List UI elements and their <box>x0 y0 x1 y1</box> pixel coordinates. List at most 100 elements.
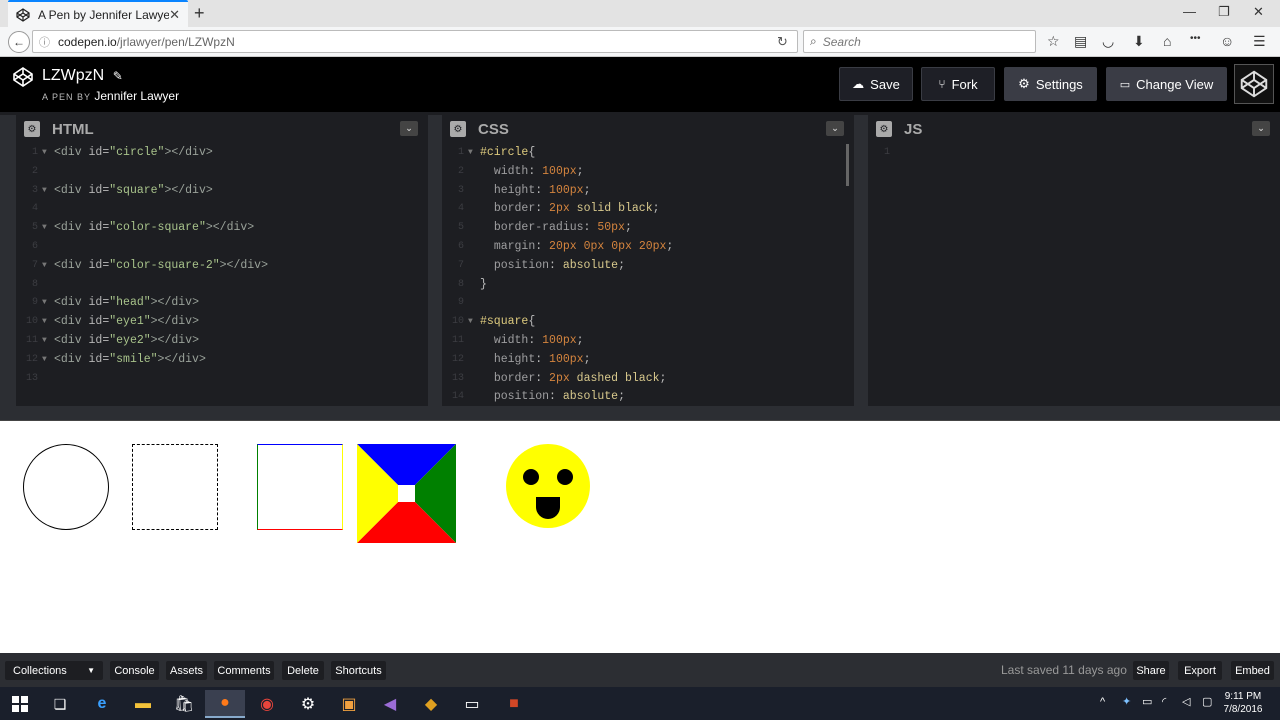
console-button[interactable]: Console <box>110 661 159 680</box>
fold-arrow-icon[interactable]: ▼ <box>468 313 473 332</box>
emoji-icon[interactable]: ☺ <box>1220 33 1234 49</box>
edit-pencil-icon[interactable]: ✎ <box>113 69 123 83</box>
system-tray-chevron-icon[interactable]: ^ <box>1100 696 1105 708</box>
pocket-icon[interactable]: ◡ <box>1102 33 1114 50</box>
fold-arrow-icon[interactable]: ▼ <box>42 144 47 163</box>
css-code-line[interactable]: 2 width: 100px; <box>442 163 854 182</box>
html-code-line[interactable]: 9 ▼ <div id="head"></div> <box>16 294 428 313</box>
clock[interactable]: 9:11 PM 7/8/2016 <box>1218 690 1268 716</box>
html-code-line[interactable]: 11 ▼ <div id="eye2"></div> <box>16 332 428 351</box>
html-code-line[interactable]: 13 <box>16 370 428 389</box>
close-window-icon[interactable]: ✕ <box>1253 4 1264 20</box>
js-settings-gear-icon[interactable]: ⚙ <box>876 121 892 137</box>
fork-button[interactable]: ⑂ Fork <box>921 67 995 101</box>
fold-arrow-icon[interactable]: ▼ <box>42 332 47 351</box>
task-view-icon[interactable]: ❏ <box>40 690 80 718</box>
css-code-line[interactable]: 6 margin: 20px 0px 0px 20px; <box>442 238 854 257</box>
wifi-icon[interactable]: ◜ <box>1162 695 1166 708</box>
fold-arrow-icon[interactable]: ▼ <box>468 144 473 163</box>
app-icon[interactable]: ⚙ <box>288 690 328 718</box>
store-icon[interactable]: 🛍 <box>164 690 204 718</box>
search-input[interactable]: ⌕ Search <box>803 30 1036 53</box>
resize-handle[interactable] <box>0 406 1280 421</box>
info-icon[interactable]: ⓘ <box>39 34 50 50</box>
css-chevron-down-icon[interactable]: ⌄ <box>826 121 844 136</box>
html-code-line[interactable]: 5 ▼ <div id="color-square"></div> <box>16 219 428 238</box>
save-button[interactable]: ☁ Save <box>839 67 913 101</box>
bookmark-star-icon[interactable]: ☆ <box>1047 33 1060 50</box>
app-icon-2[interactable]: ▣ <box>329 690 369 718</box>
git-icon[interactable]: ◆ <box>411 690 451 718</box>
html-settings-gear-icon[interactable]: ⚙ <box>24 121 40 137</box>
css-code-line[interactable]: 5 border-radius: 50px; <box>442 219 854 238</box>
html-code-line[interactable]: 8 <box>16 276 428 295</box>
powerpoint-icon[interactable]: ■ <box>494 690 534 718</box>
restore-icon[interactable]: ❐ <box>1218 4 1230 20</box>
avatar[interactable] <box>1234 64 1274 104</box>
css-code-line[interactable]: 10 ▼ #square{ <box>442 313 854 332</box>
browser-tab[interactable]: A Pen by Jennifer Lawyer ✕ <box>8 0 188 27</box>
collections-button[interactable]: Collections ▼ <box>5 661 103 680</box>
minimize-icon[interactable]: — <box>1183 4 1196 19</box>
edge-icon[interactable]: e <box>82 690 122 718</box>
css-code-line[interactable]: 1 ▼ #circle{ <box>442 144 854 163</box>
css-code-line[interactable]: 7 position: absolute; <box>442 257 854 276</box>
close-tab-icon[interactable]: ✕ <box>169 7 180 23</box>
css-scrollbar[interactable] <box>846 144 849 186</box>
css-code-line[interactable]: 14 position: absolute; <box>442 388 854 406</box>
settings-button[interactable]: ⚙ Settings <box>1004 67 1097 101</box>
html-code-line[interactable]: 10 ▼ <div id="eye1"></div> <box>16 313 428 332</box>
share-button[interactable]: Share <box>1133 661 1169 680</box>
firefox-icon[interactable]: ● <box>205 690 245 718</box>
windows-start-icon[interactable] <box>0 690 40 718</box>
extension-icon[interactable]: ••• <box>1190 33 1201 44</box>
fold-arrow-icon[interactable]: ▼ <box>42 257 47 276</box>
comments-button[interactable]: Comments <box>214 661 274 680</box>
codepen-logo-icon[interactable] <box>12 66 34 88</box>
editor-divider[interactable] <box>428 115 442 406</box>
css-code-line[interactable]: 3 height: 100px; <box>442 182 854 201</box>
delete-button[interactable]: Delete <box>282 661 324 680</box>
fold-arrow-icon[interactable]: ▼ <box>42 294 47 313</box>
js-code-area[interactable]: 1 <box>868 144 1280 406</box>
css-code-area[interactable]: 1 ▼ #circle{2 width: 100px; 3 height: 100px… <box>442 144 854 406</box>
html-code-line[interactable]: 4 <box>16 200 428 219</box>
css-code-line[interactable]: 9 <box>442 294 854 313</box>
back-button[interactable]: ← <box>8 31 30 53</box>
battery-icon[interactable]: ▭ <box>1142 695 1152 708</box>
js-code-line[interactable]: 1 <box>868 144 1280 163</box>
reload-icon[interactable]: ↻ <box>777 34 788 50</box>
html-code-area[interactable]: 1 ▼ <div id="circle"></div> 2 3 ▼ <div id="squ… <box>16 144 428 406</box>
new-tab-icon[interactable]: + <box>194 4 205 22</box>
change-view-button[interactable]: ▭ Change View <box>1106 67 1227 101</box>
html-code-line[interactable]: 7 ▼ <div id="color-square-2"></div> <box>16 257 428 276</box>
html-code-line[interactable]: 1 ▼ <div id="circle"></div> <box>16 144 428 163</box>
chrome-icon[interactable]: ◉ <box>247 690 287 718</box>
css-code-line[interactable]: 12 height: 100px; <box>442 351 854 370</box>
html-code-line[interactable]: 3 ▼ <div id="square"></div> <box>16 182 428 201</box>
downloads-icon[interactable]: ⬇ <box>1133 33 1145 50</box>
reading-list-icon[interactable]: ▤ <box>1074 33 1087 50</box>
js-chevron-down-icon[interactable]: ⌄ <box>1252 121 1270 136</box>
css-code-line[interactable]: 11 width: 100px; <box>442 332 854 351</box>
home-icon[interactable]: ⌂ <box>1163 33 1171 49</box>
terminal-icon[interactable]: ▭ <box>452 690 492 718</box>
css-code-line[interactable]: 13 border: 2px dashed black; <box>442 370 854 389</box>
css-code-line[interactable]: 8} <box>442 276 854 295</box>
fold-arrow-icon[interactable]: ▼ <box>42 313 47 332</box>
url-bar[interactable]: ⓘ codepen.io/jrlawyer/pen/LZWpzN <box>32 30 798 53</box>
file-explorer-icon[interactable]: ▬ <box>123 690 163 718</box>
html-code-line[interactable]: 12 ▼ <div id="smile"></div> <box>16 351 428 370</box>
shortcuts-button[interactable]: Shortcuts <box>331 661 386 680</box>
export-button[interactable]: Export <box>1178 661 1222 680</box>
volume-icon[interactable]: ◁ <box>1182 695 1190 708</box>
css-settings-gear-icon[interactable]: ⚙ <box>450 121 466 137</box>
pen-title[interactable]: LZWpzN ✎ <box>42 67 123 85</box>
css-code-line[interactable]: 4 border: 2px solid black; <box>442 200 854 219</box>
html-chevron-down-icon[interactable]: ⌄ <box>400 121 418 136</box>
editor-divider[interactable] <box>854 115 868 406</box>
notifications-icon[interactable]: ▢ <box>1202 695 1212 708</box>
author-link[interactable]: Jennifer Lawyer <box>94 89 179 103</box>
fold-arrow-icon[interactable]: ▼ <box>42 351 47 370</box>
embed-button[interactable]: Embed <box>1231 661 1274 680</box>
